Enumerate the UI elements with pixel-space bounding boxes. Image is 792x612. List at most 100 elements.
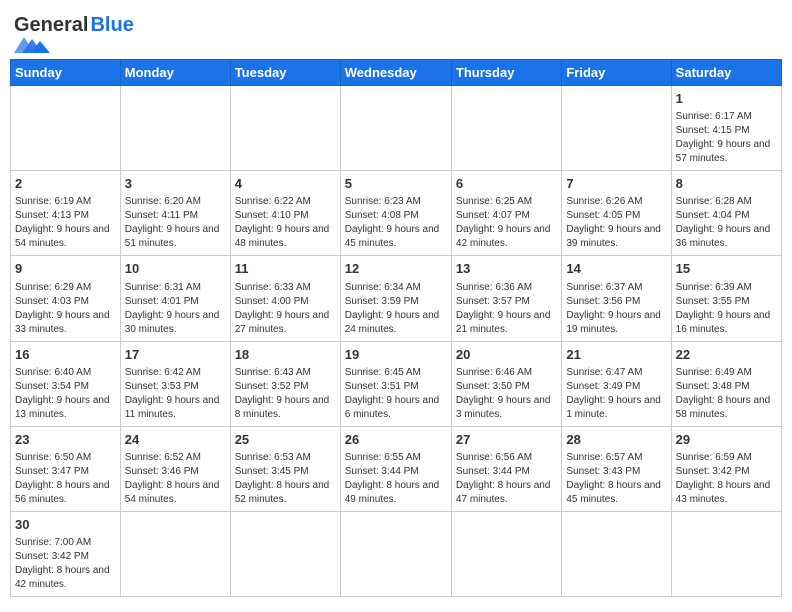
calendar-cell: 23 Sunrise: 6:50 AM Sunset: 3:47 PM Dayli…: [11, 426, 121, 511]
day-number: 21: [566, 346, 666, 364]
calendar-week-row: 23 Sunrise: 6:50 AM Sunset: 3:47 PM Dayli…: [11, 426, 782, 511]
calendar-cell: 1 Sunrise: 6:17 AM Sunset: 4:15 PM Daylig…: [671, 86, 781, 171]
day-number: 8: [676, 175, 777, 193]
calendar-header-row: SundayMondayTuesdayWednesdayThursdayFrid…: [11, 60, 782, 86]
day-number: 26: [345, 431, 447, 449]
calendar-cell: [451, 86, 561, 171]
day-number: 29: [676, 431, 777, 449]
calendar-cell: 17 Sunrise: 6:42 AM Sunset: 3:53 PM Dayli…: [120, 341, 230, 426]
calendar-cell: 21Sunrise: 6:47 AM Sunset: 3:49 PM Dayli…: [562, 341, 671, 426]
day-number: 15: [676, 260, 777, 278]
day-info: Sunrise: 6:19 AM Sunset: 4:13 PM Dayligh…: [15, 195, 116, 251]
calendar-cell: 25Sunrise: 6:53 AM Sunset: 3:45 PM Dayli…: [230, 426, 340, 511]
calendar-cell: [671, 511, 781, 596]
day-number: 10: [125, 260, 226, 278]
day-number: 5: [345, 175, 447, 193]
calendar-header-sunday: Sunday: [11, 60, 121, 86]
day-info: Sunrise: 6:34 AM Sunset: 3:59 PM Dayligh…: [345, 281, 447, 337]
day-info: Sunrise: 6:28 AM Sunset: 4:04 PM Dayligh…: [676, 195, 777, 251]
day-number: 9: [15, 260, 116, 278]
calendar-week-row: 30Sunrise: 7:00 AM Sunset: 3:42 PM Dayli…: [11, 511, 782, 596]
day-info: Sunrise: 6:39 AM Sunset: 3:55 PM Dayligh…: [676, 281, 777, 337]
day-info: Sunrise: 6:55 AM Sunset: 3:44 PM Dayligh…: [345, 451, 447, 507]
day-info: Sunrise: 6:37 AM Sunset: 3:56 PM Dayligh…: [566, 281, 666, 337]
logo-icon: [14, 37, 58, 53]
day-info: Sunrise: 6:25 AM Sunset: 4:07 PM Dayligh…: [456, 195, 557, 251]
day-info: Sunrise: 6:36 AM Sunset: 3:57 PM Dayligh…: [456, 281, 557, 337]
day-info: Sunrise: 6:29 AM Sunset: 4:03 PM Dayligh…: [15, 281, 116, 337]
day-info: Sunrise: 6:59 AM Sunset: 3:42 PM Dayligh…: [676, 451, 777, 507]
calendar-cell: 30Sunrise: 7:00 AM Sunset: 3:42 PM Dayli…: [11, 511, 121, 596]
calendar-cell: [11, 86, 121, 171]
day-info: Sunrise: 6:50 AM Sunset: 3:47 PM Dayligh…: [15, 451, 116, 507]
logo-blue-text: Blue: [90, 14, 133, 37]
calendar-cell: 9 Sunrise: 6:29 AM Sunset: 4:03 PM Daylig…: [11, 256, 121, 341]
day-number: 6: [456, 175, 557, 193]
calendar-table: SundayMondayTuesdayWednesdayThursdayFrid…: [10, 59, 782, 597]
calendar-week-row: 9 Sunrise: 6:29 AM Sunset: 4:03 PM Daylig…: [11, 256, 782, 341]
day-info: Sunrise: 6:20 AM Sunset: 4:11 PM Dayligh…: [125, 195, 226, 251]
day-number: 19: [345, 346, 447, 364]
calendar-cell: [120, 511, 230, 596]
day-number: 3: [125, 175, 226, 193]
day-number: 22: [676, 346, 777, 364]
day-number: 17: [125, 346, 226, 364]
calendar-cell: 19 Sunrise: 6:45 AM Sunset: 3:51 PM Dayli…: [340, 341, 451, 426]
calendar-cell: 13 Sunrise: 6:36 AM Sunset: 3:57 PM Dayli…: [451, 256, 561, 341]
calendar-cell: 8 Sunrise: 6:28 AM Sunset: 4:04 PM Daylig…: [671, 171, 781, 256]
day-info: Sunrise: 6:49 AM Sunset: 3:48 PM Dayligh…: [676, 366, 777, 422]
day-info: Sunrise: 6:23 AM Sunset: 4:08 PM Dayligh…: [345, 195, 447, 251]
calendar-cell: 6 Sunrise: 6:25 AM Sunset: 4:07 PM Daylig…: [451, 171, 561, 256]
calendar-header-friday: Friday: [562, 60, 671, 86]
day-info: Sunrise: 6:42 AM Sunset: 3:53 PM Dayligh…: [125, 366, 226, 422]
day-number: 20: [456, 346, 557, 364]
calendar-cell: 18 Sunrise: 6:43 AM Sunset: 3:52 PM Dayli…: [230, 341, 340, 426]
calendar-cell: 16 Sunrise: 6:40 AM Sunset: 3:54 PM Dayli…: [11, 341, 121, 426]
calendar-week-row: 16 Sunrise: 6:40 AM Sunset: 3:54 PM Dayli…: [11, 341, 782, 426]
calendar-cell: [230, 511, 340, 596]
calendar-cell: 28Sunrise: 6:57 AM Sunset: 3:43 PM Dayli…: [562, 426, 671, 511]
calendar-cell: [120, 86, 230, 171]
day-info: Sunrise: 6:31 AM Sunset: 4:01 PM Dayligh…: [125, 281, 226, 337]
calendar-header-wednesday: Wednesday: [340, 60, 451, 86]
day-info: Sunrise: 6:40 AM Sunset: 3:54 PM Dayligh…: [15, 366, 116, 422]
calendar-cell: 11 Sunrise: 6:33 AM Sunset: 4:00 PM Dayli…: [230, 256, 340, 341]
day-number: 16: [15, 346, 116, 364]
calendar-cell: 26 Sunrise: 6:55 AM Sunset: 3:44 PM Dayli…: [340, 426, 451, 511]
calendar-header-monday: Monday: [120, 60, 230, 86]
day-info: Sunrise: 6:45 AM Sunset: 3:51 PM Dayligh…: [345, 366, 447, 422]
day-number: 14: [566, 260, 666, 278]
day-number: 4: [235, 175, 336, 193]
header: General Blue: [10, 10, 782, 53]
calendar-week-row: 1 Sunrise: 6:17 AM Sunset: 4:15 PM Daylig…: [11, 86, 782, 171]
calendar-cell: 7Sunrise: 6:26 AM Sunset: 4:05 PM Daylig…: [562, 171, 671, 256]
calendar-header-saturday: Saturday: [671, 60, 781, 86]
calendar-cell: [562, 511, 671, 596]
day-info: Sunrise: 6:52 AM Sunset: 3:46 PM Dayligh…: [125, 451, 226, 507]
day-number: 1: [676, 90, 777, 108]
calendar-cell: [340, 511, 451, 596]
calendar-cell: 15 Sunrise: 6:39 AM Sunset: 3:55 PM Dayli…: [671, 256, 781, 341]
day-info: Sunrise: 6:17 AM Sunset: 4:15 PM Dayligh…: [676, 110, 777, 166]
calendar-header-thursday: Thursday: [451, 60, 561, 86]
calendar-cell: 24Sunrise: 6:52 AM Sunset: 3:46 PM Dayli…: [120, 426, 230, 511]
day-info: Sunrise: 7:00 AM Sunset: 3:42 PM Dayligh…: [15, 536, 116, 592]
logo: General Blue: [14, 10, 134, 53]
calendar-cell: [451, 511, 561, 596]
day-info: Sunrise: 6:56 AM Sunset: 3:44 PM Dayligh…: [456, 451, 557, 507]
calendar-cell: [562, 86, 671, 171]
calendar-cell: 12Sunrise: 6:34 AM Sunset: 3:59 PM Dayli…: [340, 256, 451, 341]
day-info: Sunrise: 6:22 AM Sunset: 4:10 PM Dayligh…: [235, 195, 336, 251]
day-number: 23: [15, 431, 116, 449]
day-info: Sunrise: 6:33 AM Sunset: 4:00 PM Dayligh…: [235, 281, 336, 337]
calendar-cell: 22 Sunrise: 6:49 AM Sunset: 3:48 PM Dayli…: [671, 341, 781, 426]
day-number: 13: [456, 260, 557, 278]
calendar-cell: 3 Sunrise: 6:20 AM Sunset: 4:11 PM Daylig…: [120, 171, 230, 256]
day-number: 28: [566, 431, 666, 449]
day-info: Sunrise: 6:43 AM Sunset: 3:52 PM Dayligh…: [235, 366, 336, 422]
day-number: 18: [235, 346, 336, 364]
day-number: 11: [235, 260, 336, 278]
calendar-cell: [340, 86, 451, 171]
logo-general-text: General: [14, 14, 88, 37]
day-number: 7: [566, 175, 666, 193]
